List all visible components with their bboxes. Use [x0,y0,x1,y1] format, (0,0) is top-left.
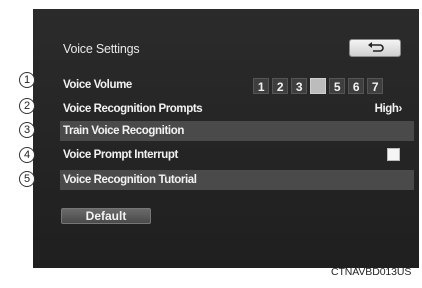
voice-prompt-interrupt-label: Voice Prompt Interrupt [63,149,178,161]
screen-title: Voice Settings [63,42,140,56]
prompt-level-value: High› [374,103,403,115]
voice-prompt-interrupt-row[interactable]: Voice Prompt Interrupt [60,145,414,165]
voice-volume-row: Voice Volume 1 2 3 4 5 6 7 [60,75,414,95]
default-button[interactable]: Default [61,208,151,224]
volume-step-3[interactable]: 3 [291,78,307,94]
voice-prompt-interrupt-checkbox[interactable] [387,148,400,161]
callout-1: 1 [19,72,35,88]
train-voice-recognition-row[interactable]: Train Voice Recognition [60,121,414,141]
voice-volume-label: Voice Volume [63,79,132,91]
return-arrow-icon [368,42,384,52]
volume-step-4[interactable]: 4 [310,78,326,94]
callout-2: 2 [19,98,35,114]
callout-4: 4 [19,147,35,163]
voice-recognition-prompts-row[interactable]: Voice Recognition Prompts High› [60,99,414,119]
voice-settings-screen: Voice Settings Voice Volume 1 2 3 4 5 6 … [33,9,419,268]
volume-scale: 1 2 3 4 5 6 7 [253,78,383,94]
volume-step-2[interactable]: 2 [272,78,288,94]
voice-recognition-prompts-label: Voice Recognition Prompts [63,103,203,115]
train-voice-recognition-label: Train Voice Recognition [63,125,184,137]
volume-step-5[interactable]: 5 [329,78,345,94]
volume-step-1[interactable]: 1 [253,78,269,94]
volume-step-7[interactable]: 7 [367,78,383,94]
figure-code: CTNAVBD013US [331,266,412,278]
voice-recognition-tutorial-label: Voice Recognition Tutorial [63,174,197,186]
voice-recognition-tutorial-row[interactable]: Voice Recognition Tutorial [60,170,414,190]
back-button[interactable] [349,39,401,57]
volume-step-6[interactable]: 6 [348,78,364,94]
callout-5: 5 [19,171,35,187]
callout-3: 3 [19,122,35,138]
